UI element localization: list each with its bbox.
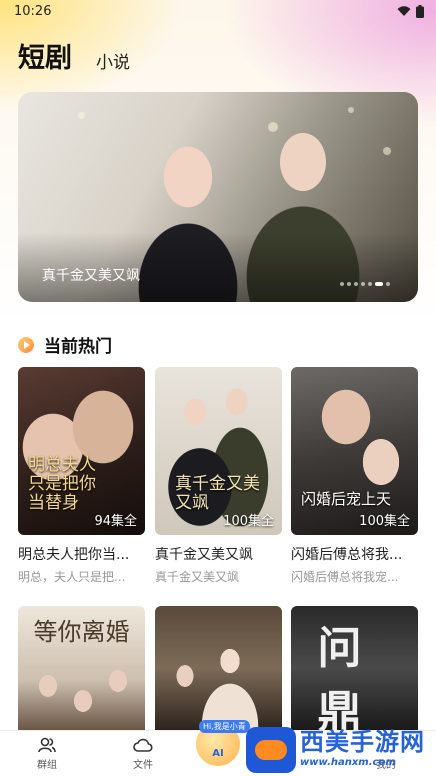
drama-card[interactable]: 闪婚后宠上天 100集全 闪婚后傅总将我... 闪婚后傅总将我宠... <box>291 367 418 585</box>
tab-novel[interactable]: 小说 <box>96 50 130 76</box>
banner-dot <box>354 282 358 286</box>
section-title: 当前热门 <box>44 337 112 357</box>
drama-card[interactable]: 明总夫人只是把你当替身 94集全 明总夫人把你当... 明总，夫人只是把... <box>18 367 145 585</box>
group-icon <box>38 737 56 753</box>
card-title: 闪婚后傅总将我... <box>291 547 403 563</box>
cloud-icon <box>133 738 153 752</box>
banner-page-indicator <box>340 282 390 286</box>
ai-label: AI <box>212 747 224 759</box>
drama-card[interactable]: 真千金又美又飒 100集全 真千金又美又飒 真千金又美又飒 <box>155 367 282 585</box>
header-tabs: 短剧 小说 <box>18 36 130 76</box>
status-time: 10:26 <box>14 3 52 19</box>
banner-dot <box>386 282 390 286</box>
nav-label: 群组 <box>37 760 57 771</box>
drama-poster[interactable]: 明总夫人只是把你当替身 94集全 <box>18 367 145 535</box>
card-subtitle: 明总，夫人只是把... <box>18 570 126 584</box>
site-watermark: 西美手游网 www.hanxm.com <box>246 727 436 776</box>
drama-poster[interactable]: 问鼎 <box>291 606 418 730</box>
episode-count: 100集全 <box>359 514 410 529</box>
nav-item-group[interactable]: 群组 <box>17 737 77 771</box>
poster-caption: 问鼎 <box>317 623 392 730</box>
banner-bokeh <box>78 112 85 119</box>
poster-caption: 明总夫人只是把你当替身 <box>28 455 96 513</box>
card-title: 真千金又美又飒 <box>155 547 253 563</box>
banner-title: 真千金又美又飒 <box>42 268 140 284</box>
banner-carousel[interactable]: 真千金又美又飒 <box>18 92 418 302</box>
section-hot-header: 当前热门 <box>18 332 112 357</box>
drama-poster[interactable] <box>155 606 282 730</box>
card-title: 明总夫人把你当... <box>18 547 130 563</box>
banner-dot <box>361 282 365 286</box>
play-icon <box>18 336 34 353</box>
poster-caption: 真千金又美又飒 <box>175 474 260 513</box>
tab-short-drama[interactable]: 短剧 <box>18 42 72 76</box>
gamepad-logo-icon <box>246 727 296 773</box>
banner-dot <box>347 282 351 286</box>
status-bar: 10:26 <box>0 0 436 22</box>
poster-caption: 闪婚后宠上天 <box>301 490 392 508</box>
card-subtitle: 真千金又美又飒 <box>155 570 240 584</box>
banner-bokeh <box>383 147 391 155</box>
drama-poster[interactable]: 真千金又美又飒 100集全 <box>155 367 282 535</box>
banner-dot <box>368 282 372 286</box>
card-subtitle: 闪婚后傅总将我宠... <box>291 570 399 584</box>
episode-count: 94集全 <box>94 514 137 529</box>
watermark-brand: 西美手游网 <box>300 728 425 756</box>
poster-caption: 等你离婚 <box>33 618 130 646</box>
drama-poster[interactable]: 闪婚后宠上天 100集全 <box>291 367 418 535</box>
ai-greeting-tag: Hi,我是小青 <box>199 720 250 733</box>
wifi-icon <box>397 5 411 16</box>
episode-count: 100集全 <box>223 514 274 529</box>
banner-dot-active <box>375 282 383 286</box>
nav-item-files[interactable]: 文件 <box>113 737 173 771</box>
battery-icon <box>416 4 424 18</box>
nav-label: 文件 <box>133 760 153 771</box>
watermark-text: 西美手游网 www.hanxm.com <box>300 727 425 768</box>
drama-poster[interactable]: 等你离婚 <box>18 606 145 730</box>
banner-dot <box>340 282 344 286</box>
status-icons <box>397 4 424 18</box>
watermark-url: www.hanxm.com <box>300 757 396 768</box>
